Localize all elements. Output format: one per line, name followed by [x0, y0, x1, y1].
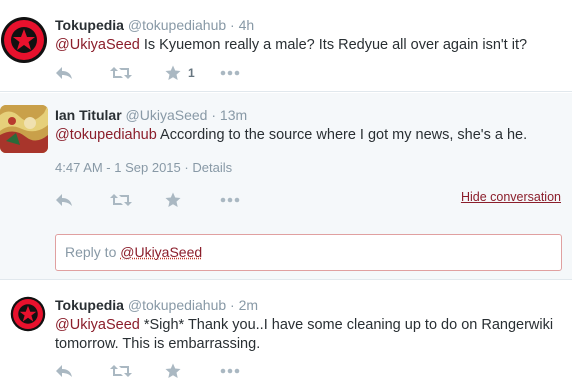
- reply-mention: @UkiyaSeed: [120, 244, 203, 260]
- details-link[interactable]: Details: [192, 160, 232, 175]
- reply-icon: [56, 365, 72, 377]
- more-icon: [220, 70, 240, 76]
- tweet-meta: 4:47 AM - 1 Sep 2015 · Details: [55, 160, 232, 175]
- reply-icon: [56, 67, 72, 79]
- retweet-button[interactable]: [110, 63, 165, 83]
- full-timestamp[interactable]: 4:47 AM - 1 Sep 2015: [55, 160, 181, 175]
- username[interactable]: @tokupediahub: [128, 17, 226, 33]
- mention-link[interactable]: @tokupediahub: [55, 127, 157, 143]
- tweet-text: @tokupediahub According to the source wh…: [55, 126, 564, 145]
- separator: ·: [184, 160, 189, 175]
- avatar-image: [0, 105, 48, 153]
- tweet-text: @UkiyaSeed Is Kyuemon really a male? Its…: [55, 36, 564, 55]
- tweet-header: Tokupedia @tokupediahub · 2m: [55, 297, 258, 313]
- tweet-text-content: Is Kyuemon really a male? Its Redyue all…: [139, 37, 528, 53]
- more-button[interactable]: [220, 63, 275, 83]
- fullname[interactable]: Tokupedia: [55, 17, 124, 33]
- tokupedia-avatar[interactable]: [0, 16, 48, 64]
- timestamp[interactable]: 4h: [239, 17, 255, 33]
- tweet-header: Ian Titular @UkiyaSeed · 13m: [55, 107, 247, 123]
- more-icon: [220, 197, 240, 203]
- separator: ·: [230, 297, 235, 313]
- tweet-actions: [55, 361, 275, 381]
- tweet-text-content: According to the source where I got my n…: [156, 127, 528, 143]
- favorite-button[interactable]: 1: [165, 63, 220, 83]
- hide-conversation-link[interactable]: Hide conversation: [461, 190, 561, 204]
- timestamp[interactable]: 13m: [220, 107, 247, 123]
- tweet-text: @UkiyaSeed *Sigh* Thank you..I have some…: [55, 316, 564, 354]
- separator: ·: [230, 17, 235, 33]
- retweet-button[interactable]: [110, 190, 165, 210]
- tweet-tokupedia-2[interactable]: Tokupedia @tokupediahub · 2m @UkiyaSeed …: [0, 281, 572, 392]
- mention-link[interactable]: @UkiyaSeed: [55, 317, 140, 333]
- reply-button[interactable]: [55, 361, 110, 381]
- tweet-actions: 1: [55, 63, 275, 83]
- retweet-icon: [110, 365, 132, 377]
- favorite-button[interactable]: [165, 361, 220, 381]
- more-icon: [220, 368, 240, 374]
- separator: ·: [211, 107, 217, 123]
- user-avatar[interactable]: [0, 105, 48, 153]
- timestamp[interactable]: 2m: [239, 297, 258, 313]
- favorite-button[interactable]: [165, 190, 220, 210]
- tweet-header: Tokupedia @tokupediahub · 4h: [55, 17, 254, 33]
- reply-icon: [56, 194, 72, 206]
- tokupedia-avatar[interactable]: [10, 296, 46, 332]
- reply-input[interactable]: Reply to @UkiyaSeed: [55, 234, 562, 271]
- retweet-button[interactable]: [110, 361, 165, 381]
- reply-prefix: Reply to: [65, 244, 121, 260]
- more-button[interactable]: [220, 190, 275, 210]
- favorite-icon: [165, 65, 181, 80]
- favorite-count: 1: [188, 66, 195, 80]
- fullname[interactable]: Ian Titular: [55, 107, 122, 123]
- mention-link[interactable]: @UkiyaSeed: [55, 37, 140, 53]
- reply-button[interactable]: [55, 190, 110, 210]
- reply-button[interactable]: [55, 63, 110, 83]
- username[interactable]: @tokupediahub: [128, 297, 226, 313]
- favorite-icon: [165, 363, 181, 378]
- retweet-icon: [110, 194, 132, 206]
- tweet-tokupedia-1[interactable]: Tokupedia @tokupediahub · 4h @UkiyaSeed …: [0, 0, 572, 92]
- tokupedia-logo: [10, 296, 46, 332]
- username[interactable]: @UkiyaSeed: [126, 107, 208, 123]
- retweet-icon: [110, 67, 132, 79]
- favorite-icon: [165, 192, 181, 207]
- fullname[interactable]: Tokupedia: [55, 297, 124, 313]
- tokupedia-logo: [1, 17, 47, 63]
- more-button[interactable]: [220, 361, 275, 381]
- tweet-ian-titular[interactable]: Ian Titular @UkiyaSeed · 13m @tokupediah…: [0, 93, 572, 280]
- tweet-actions: [55, 190, 275, 210]
